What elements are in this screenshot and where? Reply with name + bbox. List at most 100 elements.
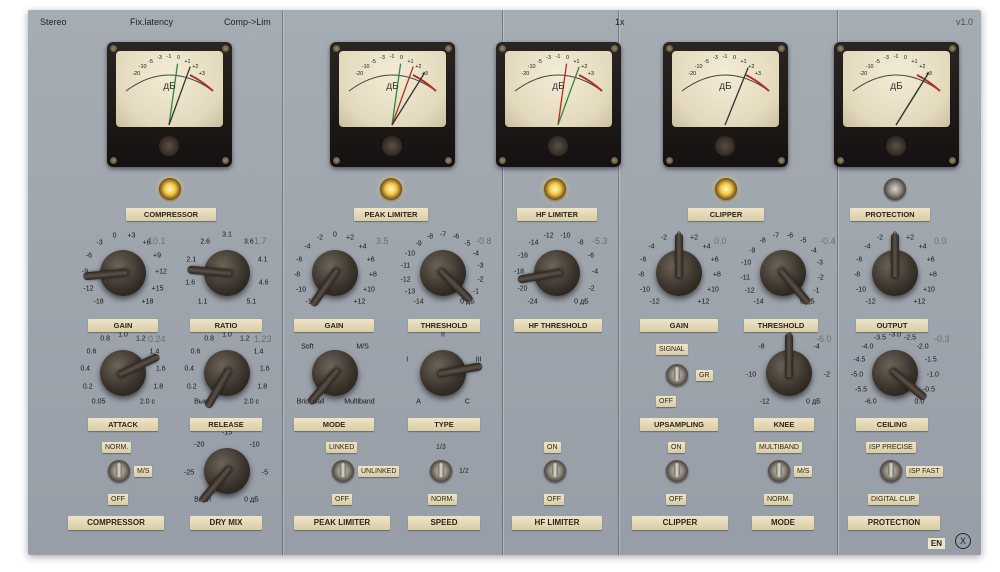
clip-gain-knob[interactable]: -12-10-8-6-4-20+2+4+6+8+10+12 <box>634 228 724 318</box>
clip-threshold-label: THRESHOLD <box>744 319 818 332</box>
peak-mode-knob[interactable]: BrickwallSoftM/SMultiband <box>290 328 380 418</box>
dry-mix-label: DRY MIX <box>190 516 262 530</box>
meter-scale-label: -20 <box>132 71 141 78</box>
meter-scale-label: 0 <box>732 55 737 62</box>
output-knob[interactable]: -12-10-8-6-4-20+2+4+6+8+10+12 <box>850 228 940 318</box>
knob-scale-label: +9 <box>153 252 162 260</box>
meter-scale-label: 0 <box>176 55 181 62</box>
upsampling-toggle[interactable] <box>666 364 688 386</box>
knob-scale-label: -24 <box>527 298 538 306</box>
knob-scale-label: 0.8 <box>100 335 111 343</box>
knob-pointer[interactable] <box>675 233 683 277</box>
knob-scale-label: -12 <box>744 287 755 295</box>
meter-scale-label: +3 <box>587 71 594 78</box>
meter-zero-adjust[interactable] <box>715 136 735 156</box>
meter-scale-label: +1 <box>573 58 580 65</box>
knob-scale-label: -25 <box>184 469 195 477</box>
protection-toggle[interactable] <box>880 460 902 482</box>
oversampling-mode[interactable]: 1x <box>615 17 625 27</box>
knob-scale-label: -13 <box>405 288 416 296</box>
speed-footer-label: SPEED <box>408 516 480 530</box>
peak-gain-label: GAIN <box>294 319 374 332</box>
knob-pointer[interactable] <box>785 333 793 377</box>
knob-scale-label: 0 <box>333 231 337 239</box>
meter-scale-label: -10 <box>865 63 874 70</box>
screw-icon <box>333 157 340 164</box>
protection-lamp[interactable] <box>884 178 906 200</box>
speed-half-tag: 1/2 <box>459 468 469 475</box>
screw-icon <box>778 45 785 52</box>
knob-scale-label: -5 <box>800 237 807 245</box>
knob-scale-label: -5 <box>464 240 471 248</box>
peak-threshold-label: THRESHOLD <box>408 319 480 332</box>
compressor-lamp[interactable] <box>159 178 181 200</box>
cmode-ms-tag: M/S <box>794 466 813 477</box>
protection-footer-label: PROTECTION <box>848 516 940 530</box>
knob-scale-label: -2 <box>817 274 824 282</box>
clip-knee-label: KNEE <box>754 418 814 431</box>
knob-scale-label: -16 <box>517 252 528 260</box>
knob-scale-label: -3 <box>96 239 103 247</box>
peak-threshold-knob[interactable]: -14-13-12-11-10-9-8-7-6-5-4-3-2-10 дБ <box>398 228 488 318</box>
clip-threshold-knob[interactable]: -14-12-11-10-9-8-7-6-5-4-3-2-10 дБ <box>738 228 828 318</box>
knob-scale-label: -5 <box>261 469 269 477</box>
knob-pointer[interactable] <box>891 233 899 277</box>
clip-mode-toggle[interactable] <box>768 460 790 482</box>
knob-scale-label: +12 <box>353 298 366 306</box>
knob-scale-label: 2.0 c <box>243 398 260 406</box>
screw-icon <box>837 45 844 52</box>
knob-scale-label: -12 <box>649 298 660 306</box>
knob-scale-label: 0 дБ <box>244 496 259 504</box>
meter-scale-label: -10 <box>694 63 703 70</box>
peak-gain-knob[interactable]: -12-10-8-6-4-20+2+4+6+8+10+12 <box>290 228 380 318</box>
knob-scale-label: -10 <box>560 232 571 240</box>
protection-section-label: PROTECTION <box>850 208 930 221</box>
speed-toggle[interactable] <box>430 460 452 482</box>
knob-scale-label: -8 <box>293 271 301 279</box>
knob-scale-label: -8 <box>577 239 584 247</box>
meter-scale-label: -10 <box>138 63 147 70</box>
knob-scale-label: Multiband <box>344 398 375 406</box>
knob-scale-label: -9 <box>749 247 756 255</box>
knob-scale-label: -12 <box>543 232 554 240</box>
knob-scale-label: -12 <box>759 398 770 406</box>
latency-mode[interactable]: Fix.latency <box>130 17 173 27</box>
knob-scale-label: +12 <box>155 268 167 276</box>
clip-mode-footer-label: MODE <box>752 516 814 530</box>
ceiling-knob[interactable]: -6.0 -5.5 -5.0 -4.5 -4.0 -3.5 -3.0 -2.5 -2.0 -1.5… <box>850 328 940 418</box>
clipper-lamp[interactable] <box>715 178 737 200</box>
peak-type-knob[interactable]: A I II III C <box>398 328 488 418</box>
knob-scale-label: -4 <box>648 243 655 251</box>
stereo-mode[interactable]: Stereo <box>40 17 67 27</box>
meter-scale-label: -3 <box>884 55 889 62</box>
clipper-toggle[interactable] <box>666 460 688 482</box>
hf-limiter-toggle[interactable] <box>544 460 566 482</box>
knob-value-readout: 3.5 <box>376 236 389 246</box>
knob-scale-label: -4 <box>864 243 871 251</box>
language-button[interactable]: EN <box>927 538 945 549</box>
meter-zero-adjust[interactable] <box>159 136 179 156</box>
knob-scale-label: 4.1 <box>257 256 268 264</box>
screw-icon <box>499 45 506 52</box>
meter-zero-adjust[interactable] <box>548 136 568 156</box>
peak-link-toggle[interactable] <box>332 460 354 482</box>
hf-threshold-knob[interactable]: -24 -20 -18 -16 -14 -12 -10 -8 -6 -4 -2 0 дБ <box>512 228 602 318</box>
peak-limiter-vu-meter: -20 -10 -5 -3 -1 0 +1 +2 +3 дБ <box>330 42 455 167</box>
output-label: OUTPUT <box>856 319 928 332</box>
meter-scale-label: -1 <box>722 54 728 60</box>
knob-scale-label: -12 <box>83 285 94 293</box>
comp-mode-toggle[interactable] <box>108 460 130 482</box>
peak-unlinked-tag: UNLINKED <box>358 466 400 477</box>
peak-limiter-lamp[interactable] <box>380 178 402 200</box>
hf-limiter-footer-label: HF LIMITER <box>512 516 602 530</box>
hf-limiter-lamp[interactable] <box>544 178 566 200</box>
clip-off-tag: OFF <box>666 494 686 505</box>
meter-scale-label: -1 <box>389 54 395 60</box>
knob-scale-label: -12 <box>865 298 876 306</box>
dry-mix-knob[interactable]: Выкл-25-20-15-10-50 дБ <box>182 426 272 516</box>
knob-scale-label: +18 <box>141 298 154 306</box>
meter-zero-adjust[interactable] <box>382 136 402 156</box>
knob-scale-label: +2 <box>906 234 915 242</box>
routing-mode[interactable]: Comp->Lim <box>224 17 271 27</box>
meter-zero-adjust[interactable] <box>886 136 906 156</box>
